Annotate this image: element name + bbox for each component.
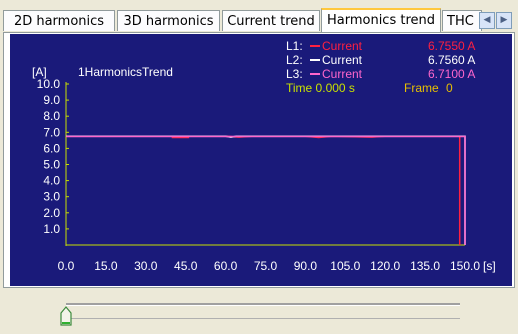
x-tick-label: 60.0 <box>214 259 238 273</box>
x-tick-label: 0.0 <box>58 259 75 273</box>
legend-l1-line: L1: <box>286 39 303 53</box>
chart-title: 1HarmonicsTrend <box>78 65 173 79</box>
tab-strip: 2D harmonics 3D harmonics Current trend … <box>3 8 515 32</box>
time-readout: Time 0.000 s <box>286 81 355 95</box>
x-tick-label: 15.0 <box>94 259 118 273</box>
x-tick-label: 105.0 <box>330 259 360 273</box>
y-tick-label: 8.0 <box>43 109 60 123</box>
slider-thumb[interactable] <box>60 306 72 326</box>
y-tick-label: 2.0 <box>43 206 60 220</box>
tab-current-trend[interactable]: Current trend <box>222 10 320 31</box>
y-tick-label: 6.0 <box>43 141 60 155</box>
x-tick-label: 75.0 <box>254 259 278 273</box>
x-tick-label: 90.0 <box>294 259 318 273</box>
legend-l3-value: 6.7100 A <box>428 67 475 81</box>
frame-value: 0 <box>446 81 453 95</box>
tab-2d-harmonics[interactable]: 2D harmonics <box>3 10 115 31</box>
legend-l2-name: Current <box>322 53 363 67</box>
tab-thc[interactable]: THC <box>442 10 482 31</box>
legend-l2-value: 6.7560 A <box>428 53 475 67</box>
x-tick-label: 120.0 <box>370 259 400 273</box>
legend-l3-name: Current <box>322 67 363 81</box>
tab-scroll-right-button[interactable]: ▶ <box>496 12 512 29</box>
legend-l1-value: 6.7550 A <box>428 39 475 53</box>
y-tick-label: 5.0 <box>43 158 60 172</box>
y-tick-label: 7.0 <box>43 125 60 139</box>
slider-tick-line <box>66 318 460 319</box>
y-tick-label: 10.0 <box>37 77 61 91</box>
series-l1-line <box>66 135 461 245</box>
slider-track <box>66 303 460 306</box>
frame-slider[interactable] <box>60 294 466 334</box>
y-tick-label: 3.0 <box>43 190 60 204</box>
chart-canvas: [A] 1HarmonicsTrend L1: Current 6.7550 A… <box>32 39 496 273</box>
y-tick-label: 9.0 <box>43 93 60 107</box>
frame-label: Frame <box>404 81 439 95</box>
series-l3-line <box>66 135 466 245</box>
tab-harmonics-trend[interactable]: Harmonics trend <box>321 8 441 32</box>
x-unit-label: [s] <box>483 259 496 273</box>
legend-l2-line: L2: <box>286 53 303 67</box>
legend-l1-name: Current <box>322 39 363 53</box>
x-tick-label: 45.0 <box>174 259 198 273</box>
y-tick-label: 1.0 <box>43 222 60 236</box>
y-tick-label: 4.0 <box>43 174 60 188</box>
harmonics-trend-chart: [A] 1HarmonicsTrend L1: Current 6.7550 A… <box>10 34 512 286</box>
tab-3d-harmonics[interactable]: 3D harmonics <box>117 10 220 31</box>
x-tick-label: 150.0 <box>450 259 480 273</box>
tab-scroll-left-button[interactable]: ◀ <box>479 12 495 29</box>
x-tick-label: 30.0 <box>134 259 158 273</box>
x-tick-label: 135.0 <box>410 259 440 273</box>
legend-l3-line: L3: <box>286 67 303 81</box>
series-l2-line <box>66 135 466 245</box>
